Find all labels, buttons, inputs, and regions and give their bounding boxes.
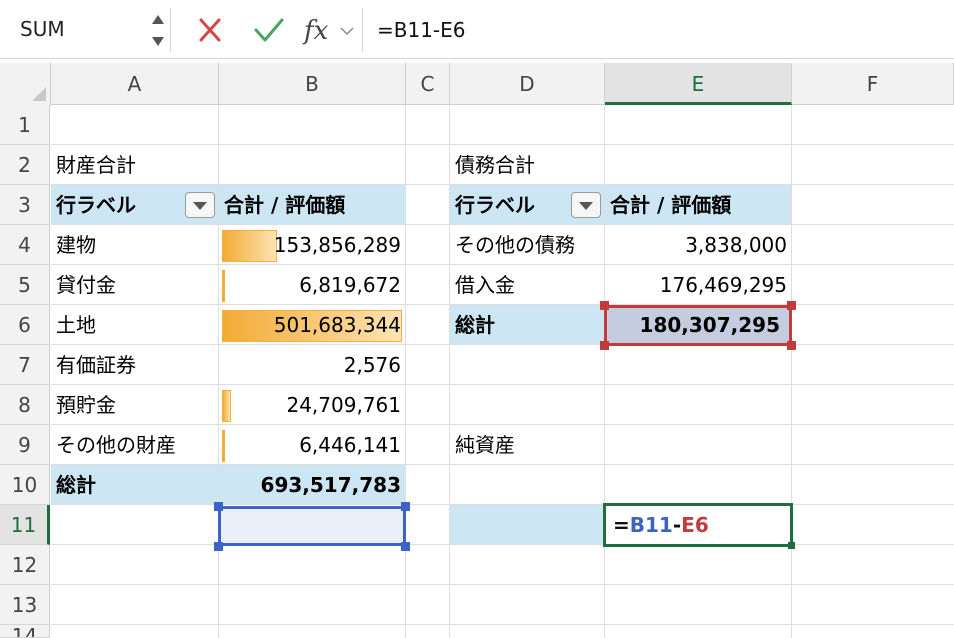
row-header-8[interactable]: 8 bbox=[0, 385, 50, 425]
resize-handle[interactable] bbox=[401, 502, 410, 511]
debt-value-header[interactable]: 合計 / 評価額 bbox=[605, 185, 792, 225]
column-header-d[interactable]: D bbox=[450, 63, 605, 105]
name-box[interactable]: SUM bbox=[0, 8, 171, 52]
net-assets-label[interactable]: 純資産 bbox=[450, 425, 605, 465]
asset-label[interactable]: 建物 bbox=[51, 225, 219, 265]
asset-label[interactable]: その他の財産 bbox=[51, 425, 219, 465]
reference-e6[interactable] bbox=[604, 305, 792, 346]
resize-handle[interactable] bbox=[401, 542, 410, 551]
resize-handle[interactable] bbox=[600, 341, 609, 350]
asset-label[interactable]: 土地 bbox=[51, 305, 219, 345]
column-header-e[interactable]: E bbox=[605, 63, 792, 105]
row-header-10[interactable]: 10 bbox=[0, 465, 50, 505]
row-header-6[interactable]: 6 bbox=[0, 305, 50, 345]
column-header-b[interactable]: B bbox=[219, 63, 406, 105]
insert-function-button[interactable]: fx bbox=[300, 10, 358, 50]
resize-handle[interactable] bbox=[214, 542, 223, 551]
row-header-7[interactable]: 7 bbox=[0, 345, 50, 385]
asset-total-label[interactable]: 総計 bbox=[51, 465, 219, 505]
name-box-value: SUM bbox=[20, 17, 65, 41]
row-header-9[interactable]: 9 bbox=[0, 425, 50, 465]
row-header-2[interactable]: 2 bbox=[0, 145, 50, 185]
asset-value-header[interactable]: 合計 / 評価額 bbox=[219, 185, 406, 225]
debt-label[interactable]: 借入金 bbox=[450, 265, 605, 305]
asset-total-value[interactable]: 693,517,783 bbox=[219, 465, 406, 505]
asset-value[interactable]: 24,709,761 bbox=[219, 385, 406, 425]
asset-value[interactable]: 501,683,344 bbox=[219, 305, 406, 345]
close-icon bbox=[199, 18, 221, 42]
row-header-4[interactable]: 4 bbox=[0, 225, 50, 265]
column-header-a[interactable]: A bbox=[51, 63, 219, 105]
dropdown-arrow-icon bbox=[193, 202, 207, 210]
asset-label[interactable]: 有価証券 bbox=[51, 345, 219, 385]
asset-label[interactable]: 貸付金 bbox=[51, 265, 219, 305]
resize-handle[interactable] bbox=[214, 502, 223, 511]
debt-value[interactable]: 176,469,295 bbox=[605, 265, 792, 305]
chevron-down-icon bbox=[340, 27, 354, 36]
formula-bar: SUM fx =B11-E6 bbox=[0, 0, 954, 59]
enter-formula-button[interactable] bbox=[252, 14, 286, 46]
asset-pivot-title[interactable]: 財産合計 bbox=[51, 145, 219, 185]
debt-label[interactable]: その他の債務 bbox=[450, 225, 605, 265]
d11-fill bbox=[450, 505, 605, 545]
resize-handle[interactable] bbox=[787, 301, 796, 310]
asset-value[interactable]: 2,576 bbox=[219, 345, 406, 385]
sheet-grid[interactable]: 財産合計 債務合計 行ラベル 合計 / 評価額 行ラベル 合計 / 評価額 建物… bbox=[51, 105, 954, 638]
formula-text: =B11-E6 bbox=[377, 18, 466, 42]
fill-handle[interactable] bbox=[788, 542, 795, 549]
fx-label: fx bbox=[304, 16, 329, 46]
row-header-11[interactable]: 11 bbox=[0, 505, 50, 545]
row-header-12[interactable]: 12 bbox=[0, 545, 50, 585]
debt-total-label[interactable]: 総計 bbox=[450, 305, 605, 345]
column-header-f[interactable]: F bbox=[792, 63, 954, 105]
asset-value[interactable]: 6,819,672 bbox=[219, 265, 406, 305]
resize-handle[interactable] bbox=[787, 341, 796, 350]
reference-b11[interactable] bbox=[218, 506, 406, 546]
checkmark-icon bbox=[254, 18, 284, 42]
select-all-corner[interactable] bbox=[0, 63, 51, 106]
formula-input[interactable]: =B11-E6 bbox=[362, 8, 954, 52]
row-header-1[interactable]: 1 bbox=[0, 105, 50, 145]
debt-pivot-title[interactable]: 債務合計 bbox=[450, 145, 605, 185]
cancel-formula-button[interactable] bbox=[196, 14, 224, 46]
row-header-14[interactable]: 14 bbox=[0, 625, 50, 638]
debt-filter-dropdown[interactable] bbox=[571, 192, 601, 218]
asset-value[interactable]: 6,446,141 bbox=[219, 425, 406, 465]
asset-label[interactable]: 預貯金 bbox=[51, 385, 219, 425]
name-box-stepper-icon[interactable] bbox=[151, 13, 165, 49]
cell-edit-text[interactable]: =B11-E6 bbox=[607, 505, 787, 545]
debt-value[interactable]: 3,838,000 bbox=[605, 225, 792, 265]
resize-handle[interactable] bbox=[600, 301, 609, 310]
row-header-3[interactable]: 3 bbox=[0, 185, 50, 225]
column-header-c[interactable]: C bbox=[406, 63, 450, 105]
row-header-5[interactable]: 5 bbox=[0, 265, 50, 305]
asset-filter-dropdown[interactable] bbox=[185, 192, 215, 218]
row-header-13[interactable]: 13 bbox=[0, 585, 50, 625]
asset-value[interactable]: 153,856,289 bbox=[219, 225, 406, 265]
dropdown-arrow-icon bbox=[579, 202, 593, 210]
